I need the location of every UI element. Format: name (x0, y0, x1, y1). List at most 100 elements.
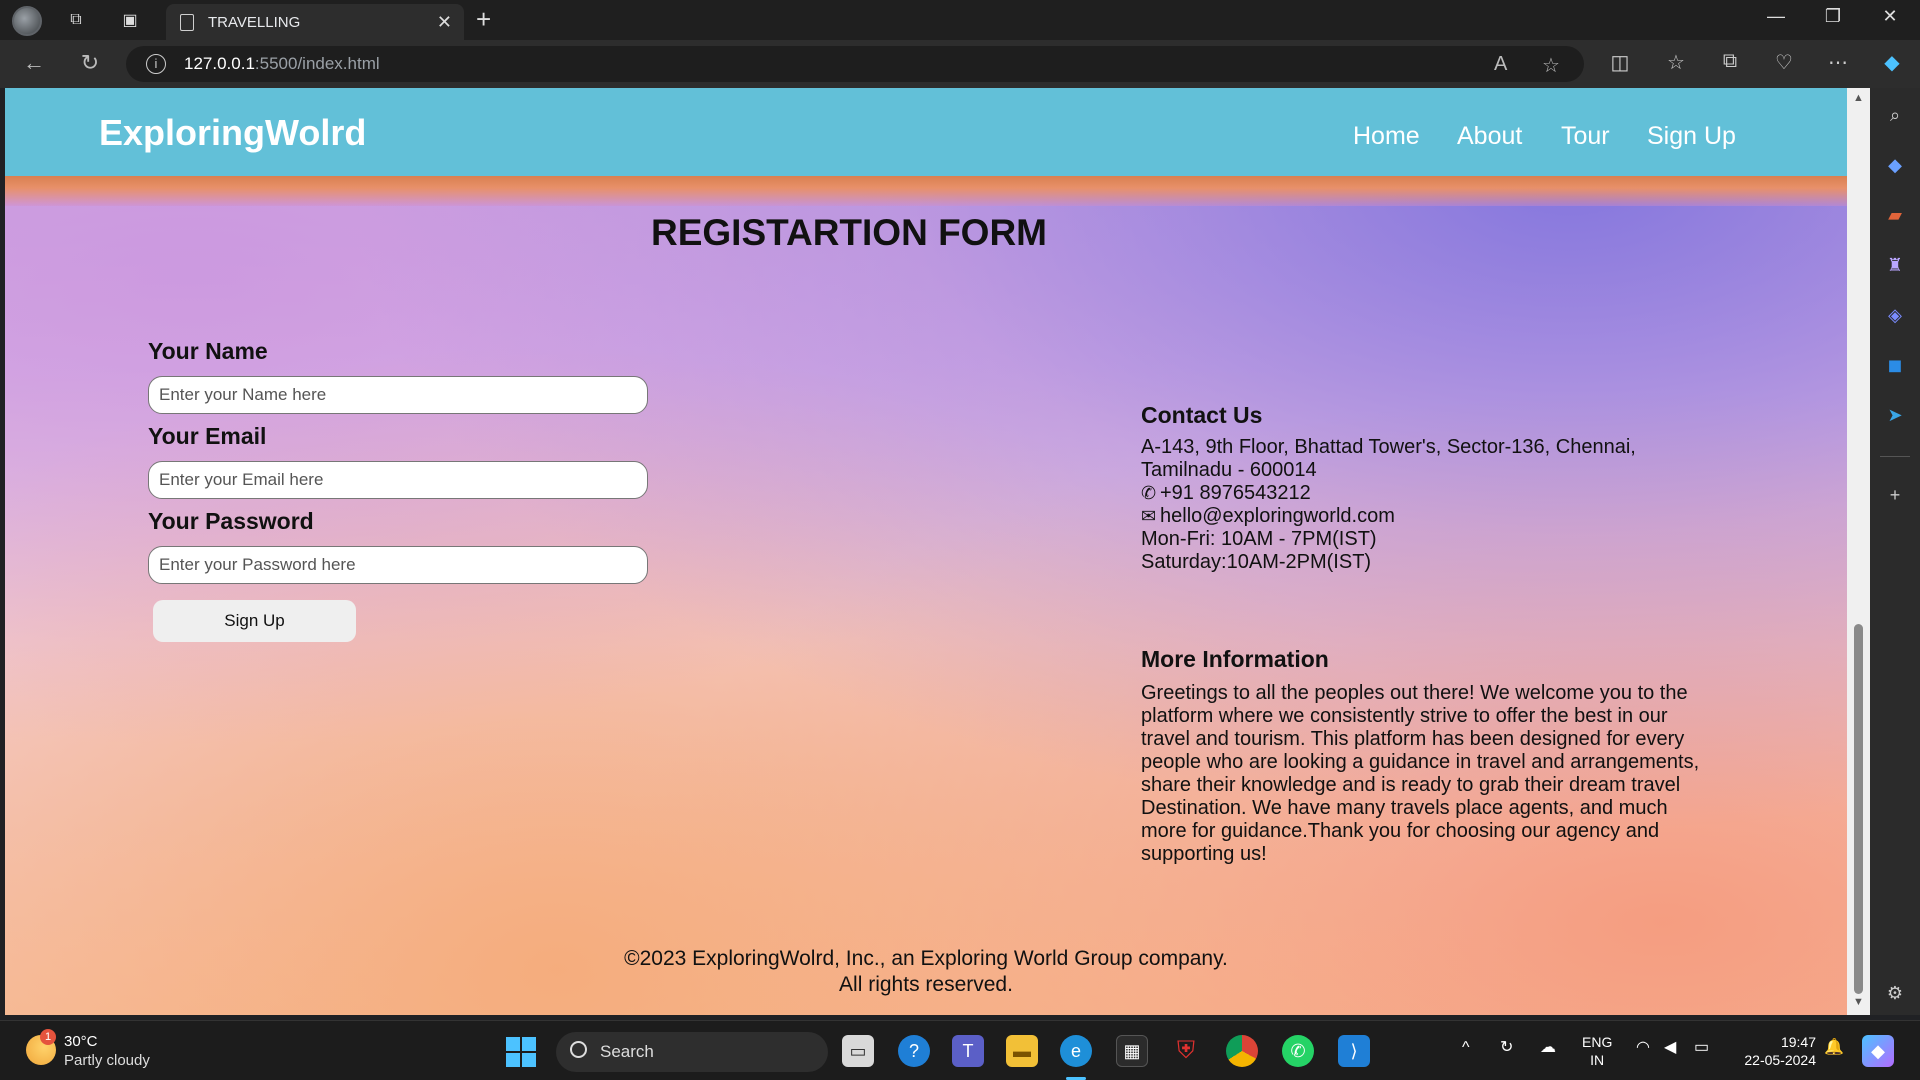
favorites-icon[interactable]: ☆ (1660, 50, 1692, 75)
weather-desc[interactable]: Partly cloudy (64, 1052, 150, 1069)
language-region: IN (1590, 1052, 1605, 1068)
page-scrollbar[interactable]: ▲ ▼ (1847, 88, 1870, 1015)
name-input[interactable] (148, 376, 648, 414)
edge-sidebar: ⌕ ◆ ▰ ♜ ◈ ◼ ➤ + ⚙ (1870, 88, 1920, 1015)
file-explorer-icon[interactable]: ▬ (1006, 1035, 1038, 1067)
contact-title: Contact Us (1141, 402, 1263, 428)
envelope-icon: ✉ (1141, 506, 1157, 526)
workspaces-icon[interactable]: ⧉ (60, 6, 92, 34)
more-info-title: More Information (1141, 646, 1329, 672)
language-indicator[interactable]: ENG IN (1582, 1033, 1612, 1069)
sign-up-button[interactable]: Sign Up (153, 600, 356, 642)
favorite-star-icon[interactable]: ☆ (1542, 53, 1560, 78)
vscode-icon[interactable]: ⟩ (1338, 1035, 1370, 1067)
footer-copyright: ©2023 ExploringWolrd, Inc., an Exploring… (624, 947, 1228, 970)
start-button[interactable] (506, 1037, 536, 1067)
phone-icon: ✆ (1141, 483, 1157, 503)
password-label: Your Password (148, 508, 314, 534)
scroll-up-icon[interactable]: ▲ (1853, 92, 1864, 104)
url-path: :5500/index.html (254, 54, 380, 73)
battery-icon[interactable]: ▭ (1694, 1039, 1709, 1057)
footer-rights: All rights reserved. (839, 973, 1013, 996)
site-brand[interactable]: ExploringWolrd (99, 112, 366, 154)
language-code: ENG (1582, 1034, 1613, 1050)
password-input[interactable] (148, 546, 648, 584)
url-host: 127.0.0.1 (184, 54, 255, 73)
document-icon (180, 13, 194, 31)
sidebar-search-icon[interactable]: ⌕ (1882, 102, 1908, 128)
name-label: Your Name (148, 338, 268, 364)
sidebar-telegram-icon[interactable]: ➤ (1882, 402, 1908, 428)
show-hidden-icons[interactable]: ^ (1462, 1039, 1470, 1057)
mcafee-icon[interactable]: ⛨ (1170, 1035, 1202, 1067)
browser-tab[interactable]: TRAVELLING ✕ (166, 4, 464, 40)
scrollbar-thumb[interactable] (1854, 624, 1863, 994)
contact-phone-text: +91 8976543212 (1160, 482, 1311, 504)
search-icon (570, 1041, 587, 1058)
more-menu-icon[interactable]: ⋯ (1822, 50, 1854, 75)
sidebar-tools-icon[interactable]: ▰ (1882, 202, 1908, 228)
contact-address-line1: A-143, 9th Floor, Bhattad Tower's, Secto… (1141, 436, 1636, 458)
sidebar-add-icon[interactable]: + (1882, 482, 1908, 508)
contact-saturday-hours: Saturday:10AM-2PM(IST) (1141, 551, 1372, 573)
more-info-text: Greetings to all the peoples out there! … (1141, 682, 1700, 865)
sidebar-outlook-icon[interactable]: ◼ (1882, 352, 1908, 378)
sidebar-copilot-icon[interactable]: ◈ (1882, 302, 1908, 328)
restore-icon[interactable]: ❐ (1813, 6, 1853, 27)
read-aloud-icon[interactable]: A (1494, 53, 1507, 76)
browser-essentials-icon[interactable]: ♡ (1768, 50, 1800, 75)
notification-bell-icon[interactable]: 🔔 (1824, 1039, 1844, 1057)
split-screen-icon[interactable]: ◫ (1604, 50, 1636, 75)
tab-title: TRAVELLING (208, 13, 301, 31)
contact-phone: ✆ +91 8976543212 (1141, 482, 1311, 505)
wifi-icon[interactable]: ◠ (1636, 1039, 1650, 1057)
refresh-icon[interactable]: ↻ (74, 50, 106, 76)
form-title: REGISTARTION FORM (650, 212, 1047, 253)
copilot-icon[interactable]: ◆ (1876, 50, 1908, 75)
edge-icon[interactable]: e (1060, 1035, 1092, 1067)
close-tab-icon[interactable]: ✕ (437, 12, 452, 33)
url-bar[interactable]: i 127.0.0.1:5500/index.html A ☆ (126, 46, 1584, 82)
taskbar-search[interactable]: Search (556, 1032, 828, 1072)
new-tab-icon[interactable]: + (476, 4, 491, 35)
sidebar-settings-icon[interactable]: ⚙ (1882, 980, 1908, 1006)
weather-temp[interactable]: 30°C (64, 1033, 98, 1050)
nav-link-sign-up[interactable]: Sign Up (1647, 122, 1736, 151)
collections-icon[interactable]: ⧉ (1714, 50, 1746, 73)
copilot-taskbar-icon[interactable]: ◆ (1862, 1035, 1894, 1067)
email-input[interactable] (148, 461, 648, 499)
contact-weekday-hours: Mon-Fri: 10AM - 7PM(IST) (1141, 528, 1377, 550)
nav-link-about[interactable]: About (1457, 122, 1522, 151)
onedrive-icon[interactable]: ☁ (1540, 1039, 1556, 1057)
nav-link-tour[interactable]: Tour (1561, 122, 1610, 151)
help-icon[interactable]: ? (898, 1035, 930, 1067)
contact-email-text[interactable]: hello@exploringworld.com (1160, 505, 1395, 527)
minimize-icon[interactable]: — (1756, 6, 1796, 27)
volume-icon[interactable]: ◀ (1664, 1039, 1676, 1057)
clock-date: 22-05-2024 (1744, 1052, 1816, 1068)
sync-icon[interactable]: ↻ (1500, 1039, 1513, 1057)
clock-time: 19:47 (1780, 1034, 1816, 1050)
profile-avatar[interactable] (12, 6, 42, 36)
address-toolbar: ← ↻ i 127.0.0.1:5500/index.html A ☆ ◫ ☆ … (0, 40, 1920, 88)
header-sunset-strip (5, 176, 1847, 206)
task-view-icon[interactable]: ▭ (842, 1035, 874, 1067)
sidebar-games-icon[interactable]: ♜ (1882, 252, 1908, 278)
whatsapp-icon[interactable]: ✆ (1282, 1035, 1314, 1067)
teams-icon[interactable]: T (952, 1035, 984, 1067)
store-icon[interactable]: ▦ (1116, 1035, 1148, 1067)
site-navbar: ExploringWolrd Home About Tour Sign Up (5, 88, 1847, 176)
sidebar-shopping-icon[interactable]: ◆ (1882, 152, 1908, 178)
windows-taskbar: 1 30°C Partly cloudy Search ▭ ? T ▬ e ▦ … (0, 1020, 1920, 1080)
contact-address-line2: Tamilnadu - 600014 (1141, 459, 1317, 481)
close-window-icon[interactable]: ✕ (1870, 6, 1910, 27)
clock[interactable]: 19:47 22-05-2024 (1736, 1033, 1816, 1069)
site-info-icon[interactable]: i (146, 54, 166, 74)
scroll-down-icon[interactable]: ▼ (1853, 996, 1864, 1008)
nav-link-home[interactable]: Home (1353, 122, 1420, 151)
page-viewport: ExploringWolrd Home About Tour Sign Up R… (5, 88, 1847, 1015)
weather-badge: 1 (40, 1029, 56, 1045)
chrome-icon[interactable] (1226, 1035, 1258, 1067)
tab-actions-icon[interactable]: ▣ (114, 6, 146, 34)
back-icon[interactable]: ← (18, 50, 50, 76)
